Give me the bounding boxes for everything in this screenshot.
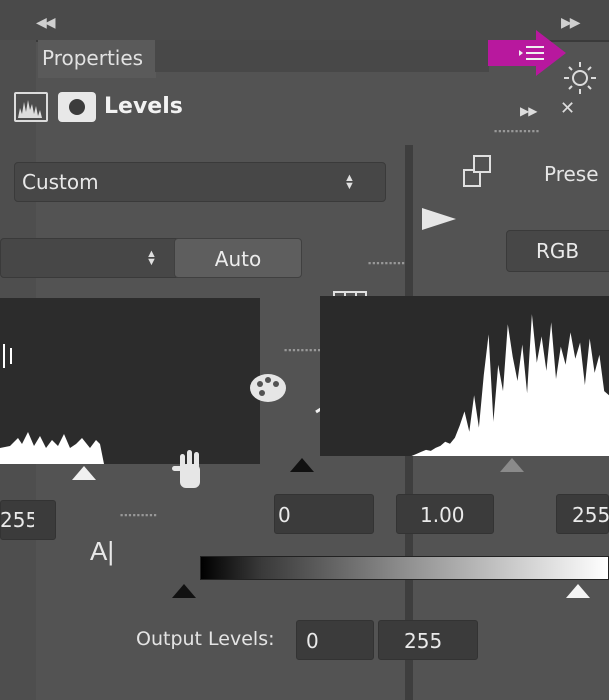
output-black-value: 0 (306, 629, 319, 653)
input-midtone-value: 1.00 (420, 503, 465, 527)
properties-tab-label: Properties (42, 46, 144, 70)
flyout-menu-icon[interactable] (488, 30, 566, 76)
select-arrows-icon: ▲ ▼ (146, 248, 157, 268)
channel-value: RGB (536, 239, 580, 263)
input-white-value-left: 255 (0, 508, 34, 532)
histogram-area (320, 314, 609, 456)
input-black-value: 0 (278, 503, 291, 527)
input-gray-slider[interactable] (500, 458, 524, 472)
on-image-adjust-icon[interactable] (168, 448, 212, 490)
palette-icon[interactable] (248, 372, 288, 404)
eye-icon[interactable] (418, 206, 458, 237)
levels-histogram (320, 296, 609, 456)
panel-grip[interactable]: ▪▪▪▪▪▪▪▪▪ (120, 510, 158, 520)
output-levels-label: Output Levels: (136, 628, 275, 650)
close-panel-icon[interactable]: ✕ (560, 98, 575, 119)
character-icon[interactable]: A| (90, 536, 114, 567)
input-white-value: 255 (572, 503, 609, 527)
panel-grip[interactable]: ▪▪▪▪▪▪▪▪▪▪ (368, 258, 410, 268)
adjustment-brightness-icon[interactable] (560, 60, 600, 96)
collapse-icon[interactable]: ▶▶ (520, 104, 537, 118)
auto-button-label: Auto (214, 247, 262, 271)
preset-label: Prese (544, 162, 599, 186)
input-white-slider[interactable] (72, 466, 96, 480)
preset-value: Custom (22, 170, 99, 194)
output-white-value: 255 (404, 629, 443, 653)
clip-to-layer-icon[interactable] (460, 152, 496, 195)
output-black-slider[interactable] (172, 584, 196, 598)
output-gradient-bar (200, 556, 609, 580)
input-black-slider[interactable] (290, 458, 314, 472)
expand-right-icon[interactable]: ▶▶ (561, 14, 580, 31)
left-histogram (0, 298, 260, 464)
histogram-graph (320, 314, 609, 456)
tab-bar-empty (155, 40, 489, 72)
auto-button[interactable]: Auto (174, 238, 302, 278)
histogram-icon (14, 92, 48, 122)
panel-grip[interactable]: ▪▪▪▪▪▪▪▪▪ (284, 345, 322, 355)
layer-mask-icon (58, 92, 96, 122)
select-arrows-icon: ▲ ▼ (344, 172, 355, 192)
panel-grip[interactable]: ▪▪▪▪▪▪▪▪▪▪▪ (494, 126, 540, 136)
output-white-slider[interactable] (566, 584, 590, 598)
collapse-left-icon[interactable]: ◀◀ (36, 14, 55, 31)
adjustment-title: Levels (104, 94, 183, 119)
